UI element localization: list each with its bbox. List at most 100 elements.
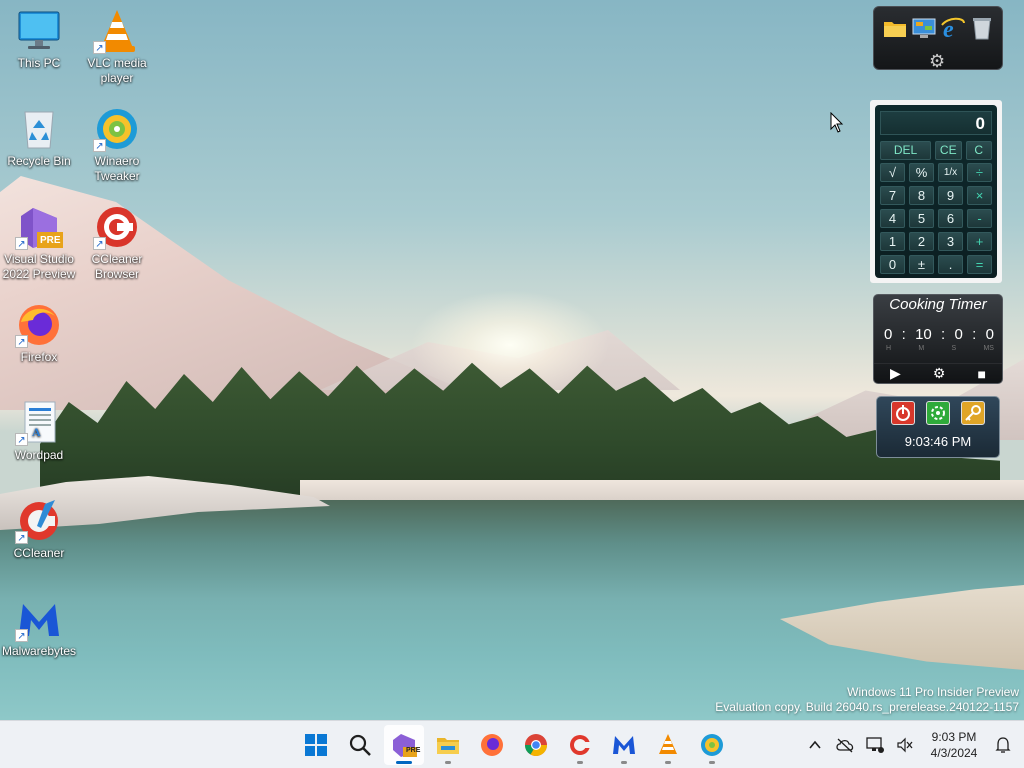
gear-icon[interactable]: ⚙ (929, 51, 945, 72)
timer-units: H M S MS (874, 343, 1002, 352)
taskbar-clock[interactable]: 9:03 PM 4/3/2024 (924, 729, 984, 761)
timer-seconds[interactable]: 0 (955, 326, 963, 343)
cloud-offline-icon[interactable] (834, 734, 856, 756)
timer-minutes[interactable]: 10 (915, 326, 932, 343)
calc-key-divide[interactable]: ÷ (967, 163, 992, 182)
search-button[interactable] (340, 725, 380, 765)
desktop-icon-label: VLC media player (87, 56, 147, 85)
power-icon[interactable] (890, 401, 915, 425)
firefox-icon (481, 734, 503, 756)
running-indicator (621, 761, 627, 764)
calc-key-8[interactable]: 8 (909, 186, 934, 205)
calc-key-equals[interactable]: = (967, 255, 992, 274)
desktop-icon-firefox[interactable]: ↗ Firefox (0, 302, 78, 365)
calc-key-5[interactable]: 5 (909, 209, 934, 228)
preview-badge: PRE (40, 235, 61, 246)
folder-icon[interactable] (882, 15, 908, 41)
vlc-icon: ↗ (93, 8, 141, 54)
running-indicator (445, 761, 451, 764)
shutdown-clock-gadget: 9:03:46 PM (876, 396, 1000, 458)
calc-key-2[interactable]: 2 (909, 232, 934, 251)
calc-key-3[interactable]: 3 (938, 232, 963, 251)
taskbar-ccleaner[interactable] (560, 725, 600, 765)
taskbar-file-explorer[interactable] (428, 725, 468, 765)
restart-icon[interactable] (925, 401, 950, 425)
wallpaper-shore (300, 480, 1024, 502)
calc-key-decimal[interactable]: . (938, 255, 963, 274)
desktop-icon-vlc[interactable]: ↗ VLC media player (78, 8, 156, 86)
ccleaner-icon: ↗ (15, 498, 63, 544)
taskbar-firefox[interactable] (472, 725, 512, 765)
desktop-icon-winaero-tweaker[interactable]: ↗ Winaero Tweaker (78, 106, 156, 184)
stop-icon[interactable]: ■ (978, 366, 986, 382)
running-indicator (665, 761, 671, 764)
timer-readout: 0 : 10 : 0 : 0 (874, 315, 1002, 343)
desktop-icon-ccleaner-browser[interactable]: ↗ CCleaner Browser (78, 204, 156, 282)
desktop-icon-recycle-bin[interactable]: Recycle Bin (0, 106, 78, 169)
desktop-icon-label: Winaero Tweaker (94, 154, 140, 183)
calc-key-7[interactable]: 7 (880, 186, 905, 205)
folder-icon (437, 738, 459, 754)
timer-hours[interactable]: 0 (884, 326, 892, 343)
desktop-icon-wordpad[interactable]: A ↗ Wordpad (0, 400, 78, 463)
vlc-icon (659, 734, 677, 754)
desktop-icon-this-pc[interactable]: This PC (0, 8, 78, 71)
calc-key-minus[interactable]: - (967, 209, 992, 228)
lock-icon[interactable] (961, 401, 986, 425)
chrome-icon (525, 734, 547, 756)
bell-icon[interactable] (992, 734, 1014, 756)
taskbar: PRE 9:03 PM 4/3/2024 (0, 720, 1024, 768)
desktop-icon-ccleaner[interactable]: ↗ CCleaner (0, 498, 78, 561)
windows-logo-icon (305, 734, 327, 756)
calc-key-percent[interactable]: % (909, 163, 934, 182)
chevron-up-icon[interactable] (804, 734, 826, 756)
calc-key-multiply[interactable]: × (967, 186, 992, 205)
desktop-icon-label: CCleaner (13, 546, 65, 560)
calc-key-del[interactable]: DEL (880, 141, 931, 160)
calc-key-c[interactable]: C (965, 141, 992, 160)
timer-unit-label: MS (983, 345, 994, 352)
desktop-icon-label: Recycle Bin (7, 154, 71, 168)
play-icon[interactable]: ▶ (890, 365, 901, 382)
calc-key-6[interactable]: 6 (938, 209, 963, 228)
desktop-icon-malwarebytes[interactable]: ↗ Malwarebytes (0, 596, 78, 659)
start-button[interactable] (296, 725, 336, 765)
calc-key-plus-minus[interactable]: ± (909, 255, 934, 274)
taskbar-vlc[interactable] (648, 725, 688, 765)
timer-milliseconds[interactable]: 0 (986, 326, 994, 343)
windows-watermark: Windows 11 Pro Insider Preview Evaluatio… (715, 685, 1019, 715)
desktop-icon-label: Firefox (20, 350, 58, 364)
recycle-bin-icon[interactable] (969, 15, 995, 41)
volume-muted-icon[interactable] (894, 734, 916, 756)
calc-key-plus[interactable]: + (967, 232, 992, 251)
desktop-icon-visual-studio[interactable]: PRE ↗ Visual Studio 2022 Preview (0, 204, 78, 282)
calc-key-1[interactable]: 1 (880, 232, 905, 251)
calc-key-reciprocal[interactable]: 1/x (938, 163, 963, 182)
calc-key-ce[interactable]: CE (935, 141, 962, 160)
taskbar-winaero-tweaker[interactable] (692, 725, 732, 765)
control-panel-icon[interactable] (911, 15, 937, 41)
calc-key-sqrt[interactable]: √ (880, 163, 905, 182)
this-pc-icon (15, 8, 63, 54)
running-indicator (577, 761, 583, 764)
shortcut-arrow-icon: ↗ (15, 629, 28, 642)
ccleaner-browser-icon: ↗ (93, 204, 141, 250)
calculator-display: 0 (880, 111, 992, 135)
mouse-cursor-icon (830, 111, 844, 139)
calc-key-4[interactable]: 4 (880, 209, 905, 228)
taskbar-malwarebytes[interactable] (604, 725, 644, 765)
network-icon[interactable] (864, 734, 886, 756)
taskbar-visual-studio-preview[interactable]: PRE (384, 725, 424, 765)
desktop-icon-label: Malwarebytes (1, 644, 77, 658)
taskbar-time: 9:03 PM (931, 730, 977, 744)
calc-key-9[interactable]: 9 (938, 186, 963, 205)
taskbar-chrome[interactable] (516, 725, 556, 765)
shortcut-arrow-icon: ↗ (93, 41, 106, 54)
malwarebytes-icon (613, 736, 635, 754)
wordpad-icon: A ↗ (15, 400, 63, 446)
recycle-bin-icon (15, 106, 63, 152)
gear-icon[interactable]: ⚙ (933, 365, 946, 382)
timer-unit-label: M (918, 345, 925, 352)
calc-key-0[interactable]: 0 (880, 255, 905, 274)
internet-explorer-icon[interactable]: e (940, 15, 966, 43)
